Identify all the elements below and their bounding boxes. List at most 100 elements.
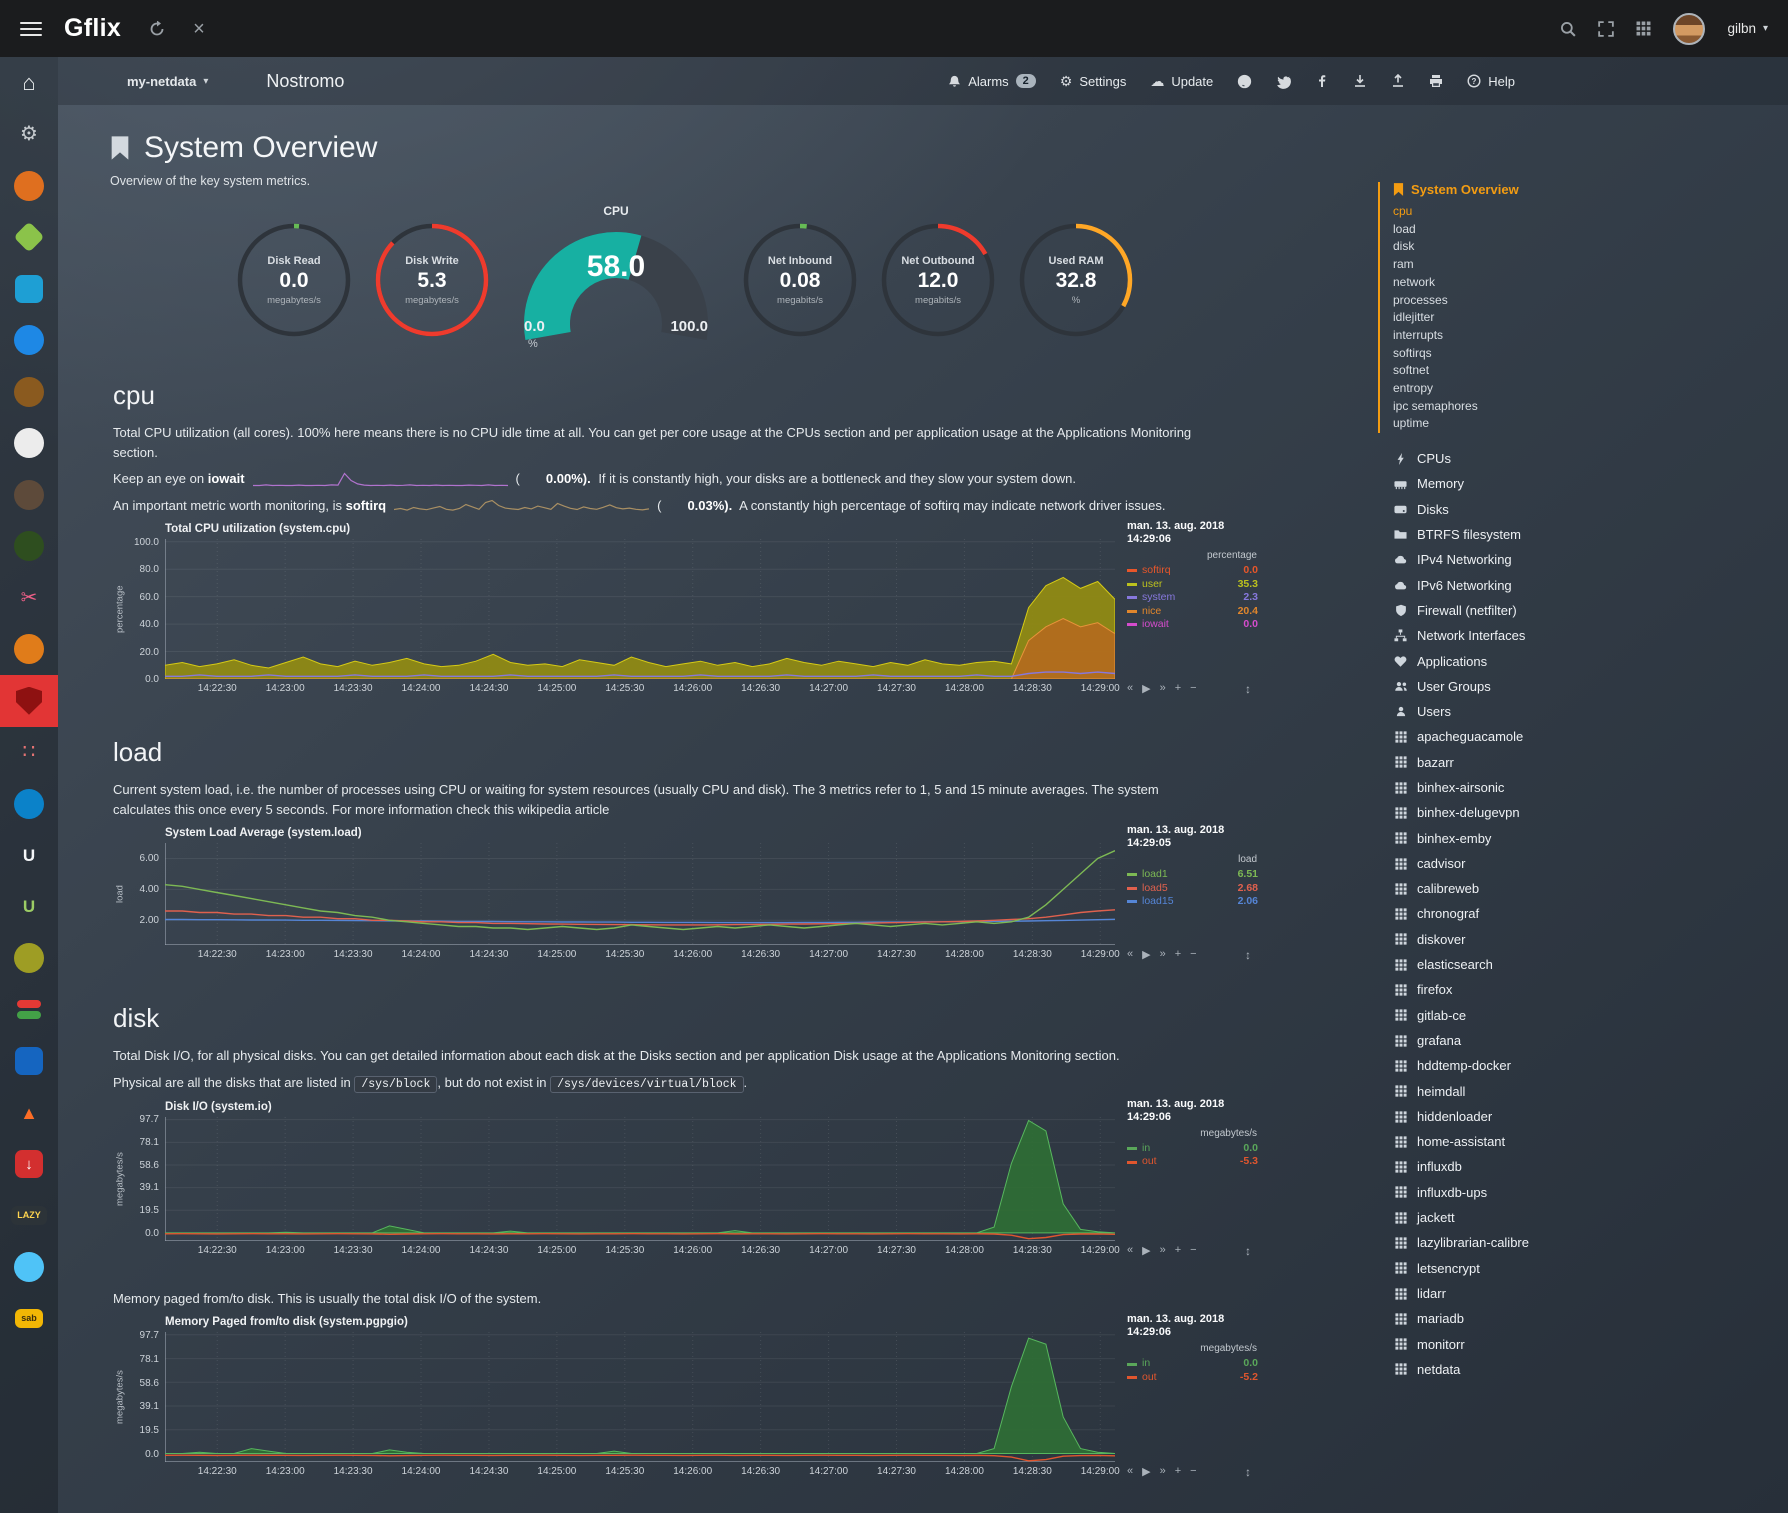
- legend-load5[interactable]: load52.68: [1127, 882, 1258, 896]
- toc-item-processes[interactable]: processes: [1393, 292, 1633, 310]
- toc-section-users[interactable]: Users: [1393, 699, 1633, 724]
- chart-zoom-out-icon[interactable]: −: [1190, 682, 1196, 695]
- chart-zoom-in-icon[interactable]: +: [1175, 682, 1181, 695]
- legend-out[interactable]: out-5.3: [1127, 1155, 1258, 1169]
- toc-item-ipc-semaphores[interactable]: ipc semaphores: [1393, 398, 1633, 416]
- toc-item-entropy[interactable]: entropy: [1393, 380, 1633, 398]
- app-icon-downloader[interactable]: ↓: [0, 1139, 58, 1191]
- app-icon-gitlab[interactable]: ▲: [0, 1087, 58, 1139]
- chart-play-icon[interactable]: ▶: [1142, 948, 1150, 961]
- chart-forward-icon[interactable]: »: [1160, 1244, 1166, 1257]
- gauge-cpu[interactable]: CPU 58.0 0.0100.0 %: [510, 204, 722, 356]
- app-icon-green-diamond-app[interactable]: [0, 212, 58, 264]
- gauge-used-ram[interactable]: Used RAM32.8%: [1016, 217, 1136, 343]
- app-icon-droplet-app[interactable]: [0, 1242, 58, 1294]
- app-icon-nextcloud[interactable]: [0, 778, 58, 830]
- chart-zoom-out-icon[interactable]: −: [1190, 948, 1196, 961]
- chart-forward-icon[interactable]: »: [1160, 948, 1166, 961]
- chart-resize-handle[interactable]: ↕: [1245, 1465, 1251, 1479]
- app-icon-ubooquity[interactable]: [0, 624, 58, 676]
- toc-container-calibreweb[interactable]: calibreweb: [1393, 876, 1633, 901]
- chart-load[interactable]: System Load Average (system.load) man. 1…: [110, 827, 1260, 979]
- toc-container-mariadb[interactable]: mariadb: [1393, 1306, 1633, 1331]
- app-icon-home[interactable]: ⌂: [0, 57, 58, 109]
- app-icon-mylar[interactable]: [0, 933, 58, 985]
- toc-container-netdata[interactable]: netdata: [1393, 1357, 1633, 1382]
- refresh-icon[interactable]: [149, 21, 165, 37]
- close-icon[interactable]: ×: [193, 19, 205, 39]
- toc-container-grafana[interactable]: grafana: [1393, 1028, 1633, 1053]
- app-icon-lazylibrarian[interactable]: LAZY: [0, 1190, 58, 1242]
- hamburger-menu-icon[interactable]: [20, 22, 42, 36]
- toc-container-influxdb-ups[interactable]: influxdb-ups: [1393, 1180, 1633, 1205]
- app-icon-deluge[interactable]: U: [0, 881, 58, 933]
- toc-section-user-groups[interactable]: User Groups: [1393, 674, 1633, 699]
- chart-plot[interactable]: [165, 539, 1115, 679]
- app-icon-unraid[interactable]: U: [0, 830, 58, 882]
- legend-load15[interactable]: load152.06: [1127, 895, 1258, 909]
- gauge-net-inbound[interactable]: Net Inbound0.08megabits/s: [740, 217, 860, 343]
- legend-load1[interactable]: load16.51: [1127, 868, 1258, 882]
- app-icon-guacamole[interactable]: [0, 469, 58, 521]
- toc-container-apacheguacamole[interactable]: apacheguacamole: [1393, 724, 1633, 749]
- alarms-button[interactable]: Alarms 2: [948, 74, 1036, 89]
- toc-section-disks[interactable]: Disks: [1393, 497, 1633, 522]
- app-icon-heimdall-tile[interactable]: [0, 1036, 58, 1088]
- toc-section-memory[interactable]: Memory: [1393, 471, 1633, 496]
- toc-container-cadvisor[interactable]: cadvisor: [1393, 851, 1633, 876]
- legend-out[interactable]: out-5.2: [1127, 1371, 1258, 1385]
- legend-user[interactable]: user35.3: [1127, 578, 1258, 592]
- toc-container-diskover[interactable]: diskover: [1393, 927, 1633, 952]
- toc-section-applications[interactable]: Applications: [1393, 649, 1633, 674]
- toc-section-firewall-netfilter[interactable]: Firewall (netfilter): [1393, 598, 1633, 623]
- print-button[interactable]: [1429, 74, 1443, 88]
- gauge-disk-read[interactable]: Disk Read0.0megabytes/s: [234, 217, 354, 343]
- toc-container-jackett[interactable]: jackett: [1393, 1205, 1633, 1230]
- twitter-link[interactable]: [1276, 74, 1291, 89]
- chart-zoom-in-icon[interactable]: +: [1175, 1244, 1181, 1257]
- chart-zoom-out-icon[interactable]: −: [1190, 1244, 1196, 1257]
- settings-button[interactable]: ⚙ Settings: [1060, 74, 1127, 89]
- toc-container-hiddenloader[interactable]: hiddenloader: [1393, 1104, 1633, 1129]
- chart-plot[interactable]: [165, 843, 1115, 945]
- toc-item-idlejitter[interactable]: idlejitter: [1393, 309, 1633, 327]
- toc-section-network-interfaces[interactable]: Network Interfaces: [1393, 623, 1633, 648]
- toc-item-network[interactable]: network: [1393, 274, 1633, 292]
- app-icon-sabnzbd[interactable]: sab: [0, 1293, 58, 1345]
- toc-item-softnet[interactable]: softnet: [1393, 362, 1633, 380]
- toc-container-binhex-emby[interactable]: binhex-emby: [1393, 826, 1633, 851]
- chart-play-icon[interactable]: ▶: [1142, 1244, 1150, 1257]
- app-icon-duplicati[interactable]: [0, 984, 58, 1036]
- app-icon-settings[interactable]: ⚙: [0, 109, 58, 161]
- chart-play-icon[interactable]: ▶: [1142, 682, 1150, 695]
- chart-zoom-in-icon[interactable]: +: [1175, 1465, 1181, 1478]
- chart-plot[interactable]: [165, 1332, 1115, 1462]
- toc-item-load[interactable]: load: [1393, 221, 1633, 239]
- toc-item-disk[interactable]: disk: [1393, 238, 1633, 256]
- chart-memory-paged[interactable]: Memory Paged from/to disk (system.pgpgio…: [110, 1316, 1260, 1496]
- app-icon-radarr[interactable]: [0, 418, 58, 470]
- toc-container-binhex-airsonic[interactable]: binhex-airsonic: [1393, 775, 1633, 800]
- chart-resize-handle[interactable]: ↕: [1245, 1244, 1251, 1258]
- apps-grid-icon[interactable]: [1636, 21, 1651, 36]
- chart-rewind-icon[interactable]: «: [1127, 682, 1133, 695]
- app-icon-scissors-app[interactable]: ✂: [0, 572, 58, 624]
- legend-softirq[interactable]: softirq0.0: [1127, 564, 1258, 578]
- search-icon[interactable]: [1560, 21, 1576, 37]
- user-menu[interactable]: gilbn ▾: [1727, 21, 1768, 36]
- chart-cpu[interactable]: Total CPU utilization (system.cpu) man. …: [110, 523, 1260, 713]
- legend-in[interactable]: in0.0: [1127, 1357, 1258, 1371]
- app-icon-organizr-green[interactable]: [0, 521, 58, 573]
- chart-zoom-out-icon[interactable]: −: [1190, 1465, 1196, 1478]
- chart-resize-handle[interactable]: ↕: [1245, 948, 1251, 962]
- toc-item-ram[interactable]: ram: [1393, 256, 1633, 274]
- legend-iowait[interactable]: iowait0.0: [1127, 618, 1258, 632]
- toc-section-cpus[interactable]: CPUs: [1393, 446, 1633, 471]
- toc-container-heimdall[interactable]: heimdall: [1393, 1079, 1633, 1104]
- github-link[interactable]: [1237, 74, 1252, 89]
- toc-container-binhex-delugevpn[interactable]: binhex-delugevpn: [1393, 800, 1633, 825]
- toc-container-elasticsearch[interactable]: elasticsearch: [1393, 952, 1633, 977]
- facebook-link[interactable]: [1315, 74, 1329, 88]
- toc-container-chronograf[interactable]: chronograf: [1393, 901, 1633, 926]
- chart-rewind-icon[interactable]: «: [1127, 1465, 1133, 1478]
